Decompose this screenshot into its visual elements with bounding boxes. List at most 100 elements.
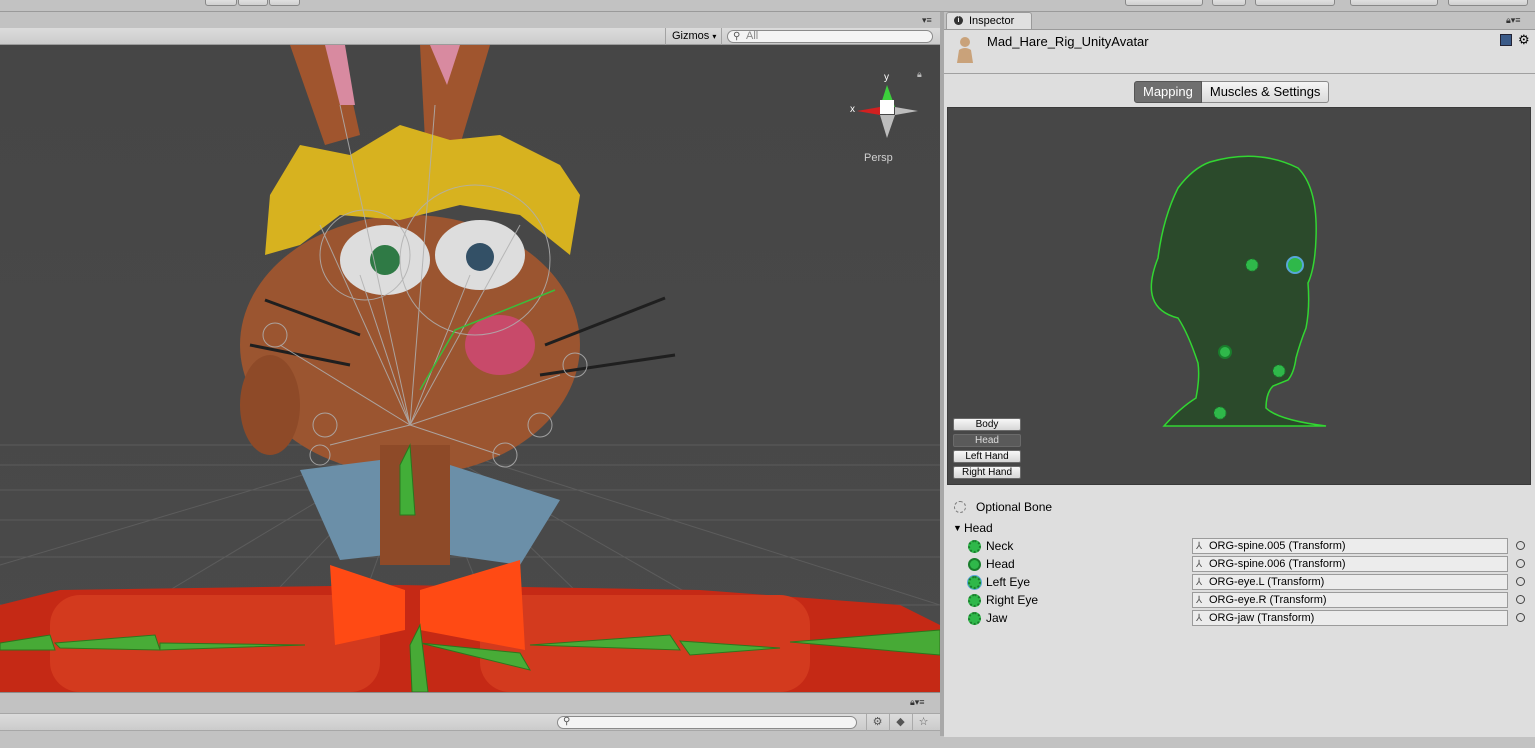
bone-label: Head [986,557,1015,571]
inspector-menu-icon[interactable]: 🔒︎▾≡ [1506,15,1521,26]
object-name: Mad_Hare_Rig_UnityAvatar [987,34,1149,49]
scene-render: x y Persp 🔒︎ [0,45,940,692]
tab-muscles-settings[interactable]: Muscles & Settings [1201,81,1330,103]
bone-row-neck: Neck ⅄ ORG-spine.005 (Transform) [944,537,1535,555]
info-icon: i [954,16,963,25]
transform-icon: ⅄ [1196,613,1203,624]
bone-neck-marker[interactable] [1213,406,1227,420]
search-placeholder: All [746,30,759,42]
bone-jaw-marker[interactable] [1272,364,1286,378]
bone-status-icon [968,594,981,607]
panel-menu-icon-bottom[interactable]: 🔒︎▾≡ [910,697,925,708]
body-part-left-hand-button[interactable]: Left Hand [953,450,1021,463]
optional-bone-icon [954,501,966,513]
bone-status-icon [968,576,981,589]
console-panel: 🔒︎▾≡ ⚲ ⚙ ◆ ☆ [0,692,940,748]
gizmos-dropdown[interactable]: Gizmos ▾ [665,28,722,45]
tab-mapping[interactable]: Mapping [1134,81,1202,103]
layers-dropdown[interactable] [1255,0,1335,6]
search-icon: ⚲ [733,31,741,42]
tab-inspector[interactable]: i Inspector [946,12,1032,29]
layout-dropdown-2[interactable] [1448,0,1528,6]
optional-bone-label: Optional Bone [976,500,1053,514]
bone-transform-field[interactable]: ⅄ ORG-eye.R (Transform) [1192,592,1508,608]
bone-status-icon [968,612,981,625]
body-part-body-button[interactable]: Body [953,418,1021,431]
bone-group-label: Head [964,521,993,535]
help-icon[interactable] [1500,34,1512,46]
bone-status-icon [968,558,981,571]
step-button[interactable] [269,0,300,6]
bone-head-marker[interactable] [1218,345,1232,359]
bone-group-header[interactable]: ▼ Head [944,519,1535,537]
cloud-button[interactable] [1212,0,1246,6]
object-picker-icon[interactable] [1516,613,1525,622]
main-toolbar [0,0,1535,12]
avatar-icon [957,37,973,63]
bone-field-value: ORG-spine.005 (Transform) [1209,540,1346,552]
inspector-panel: i Inspector 🔒︎▾≡ Mad_Hare_Rig_UnityAvatar… [944,12,1535,737]
bone-transform-field[interactable]: ⅄ ORG-jaw (Transform) [1192,610,1508,626]
chevron-down-icon: ▾ [712,32,717,41]
project-search-input[interactable]: ⚲ [557,716,857,729]
bone-label: Neck [986,539,1014,553]
head-silhouette-diagram [1150,155,1327,427]
bone-left-eye-marker[interactable] [1286,256,1304,274]
optional-bone-legend: Optional Bone [944,498,1535,516]
scene-toolbar: Gizmos ▾ ⚲ All [0,28,940,45]
transform-icon: ⅄ [1196,577,1203,588]
bone-field-value: ORG-eye.L (Transform) [1209,576,1325,588]
bone-field-value: ORG-eye.R (Transform) [1209,594,1327,606]
account-button[interactable] [1125,0,1203,6]
body-part-right-hand-button[interactable]: Right Hand [953,466,1021,479]
bone-label: Right Eye [986,593,1039,607]
axis-y-label: y [884,72,889,83]
persp-label: Persp [864,152,893,164]
bone-mapping-list: Optional Bone ▼ Head Neck ⅄ ORG-spine.005… [944,486,1535,737]
bone-field-value: ORG-spine.006 (Transform) [1209,558,1346,570]
object-picker-icon[interactable] [1516,541,1525,550]
inspector-tab-label: Inspector [969,15,1015,27]
bone-right-eye-marker[interactable] [1245,258,1259,272]
project-toolbar: ⚲ ⚙ ◆ ☆ [0,713,940,731]
head-silhouette [1150,155,1327,427]
lock-icon[interactable]: 🔒︎ [917,69,922,79]
bone-transform-field[interactable]: ⅄ ORG-eye.L (Transform) [1192,574,1508,590]
bone-transform-field[interactable]: ⅄ ORG-spine.005 (Transform) [1192,538,1508,554]
gizmos-label: Gizmos [672,30,710,42]
scene-panel: ▾≡ Gizmos ▾ ⚲ All x y Persp 🔒︎ 🔒︎▾≡ ⚲ ⚙ … [0,12,940,748]
object-picker-icon[interactable] [1516,577,1525,586]
foldout-triangle-icon[interactable]: ▼ [953,519,962,537]
object-picker-icon[interactable] [1516,559,1525,568]
gear-icon[interactable]: ⚙ [1518,32,1530,48]
search-icon: ⚲ [563,716,571,727]
bone-transform-field[interactable]: ⅄ ORG-spine.006 (Transform) [1192,556,1508,572]
mapping-tabs: Mapping Muscles & Settings [1134,81,1330,103]
pause-button[interactable] [238,0,268,6]
transform-icon: ⅄ [1196,595,1203,606]
scene-search-input[interactable]: ⚲ All [727,30,933,43]
axis-x-label: x [850,104,855,115]
scene-tab-row: ▾≡ [0,12,940,28]
object-picker-icon[interactable] [1516,595,1525,604]
transform-icon: ⅄ [1196,559,1203,570]
bone-status-icon [968,540,981,553]
transform-icon: ⅄ [1196,541,1203,552]
tag-icon[interactable]: ◆ [889,714,911,731]
play-button[interactable] [205,0,237,6]
bone-label: Jaw [986,611,1008,625]
bone-row-head: Head ⅄ ORG-spine.006 (Transform) [944,555,1535,573]
inspector-body: Mad_Hare_Rig_UnityAvatar ⚙ Mapping Muscl… [944,29,1535,737]
bone-row-left-eye: Left Eye ⅄ ORG-eye.L (Transform) [944,573,1535,591]
layout-dropdown-1[interactable] [1350,0,1438,6]
inspector-header: Mad_Hare_Rig_UnityAvatar ⚙ [944,30,1535,74]
star-icon[interactable]: ☆ [912,714,934,731]
filter-type-icon[interactable]: ⚙ [866,714,888,731]
panel-menu-icon[interactable]: ▾≡ [922,15,932,26]
bone-field-value: ORG-jaw (Transform) [1209,612,1315,624]
scene-viewport[interactable]: x y Persp 🔒︎ [0,45,940,692]
bone-row-right-eye: Right Eye ⅄ ORG-eye.R (Transform) [944,591,1535,609]
avatar-head-view: Body Head Left Hand Right Hand [947,107,1531,485]
body-part-head-button[interactable]: Head [953,434,1021,447]
bone-label: Left Eye [986,575,1031,589]
